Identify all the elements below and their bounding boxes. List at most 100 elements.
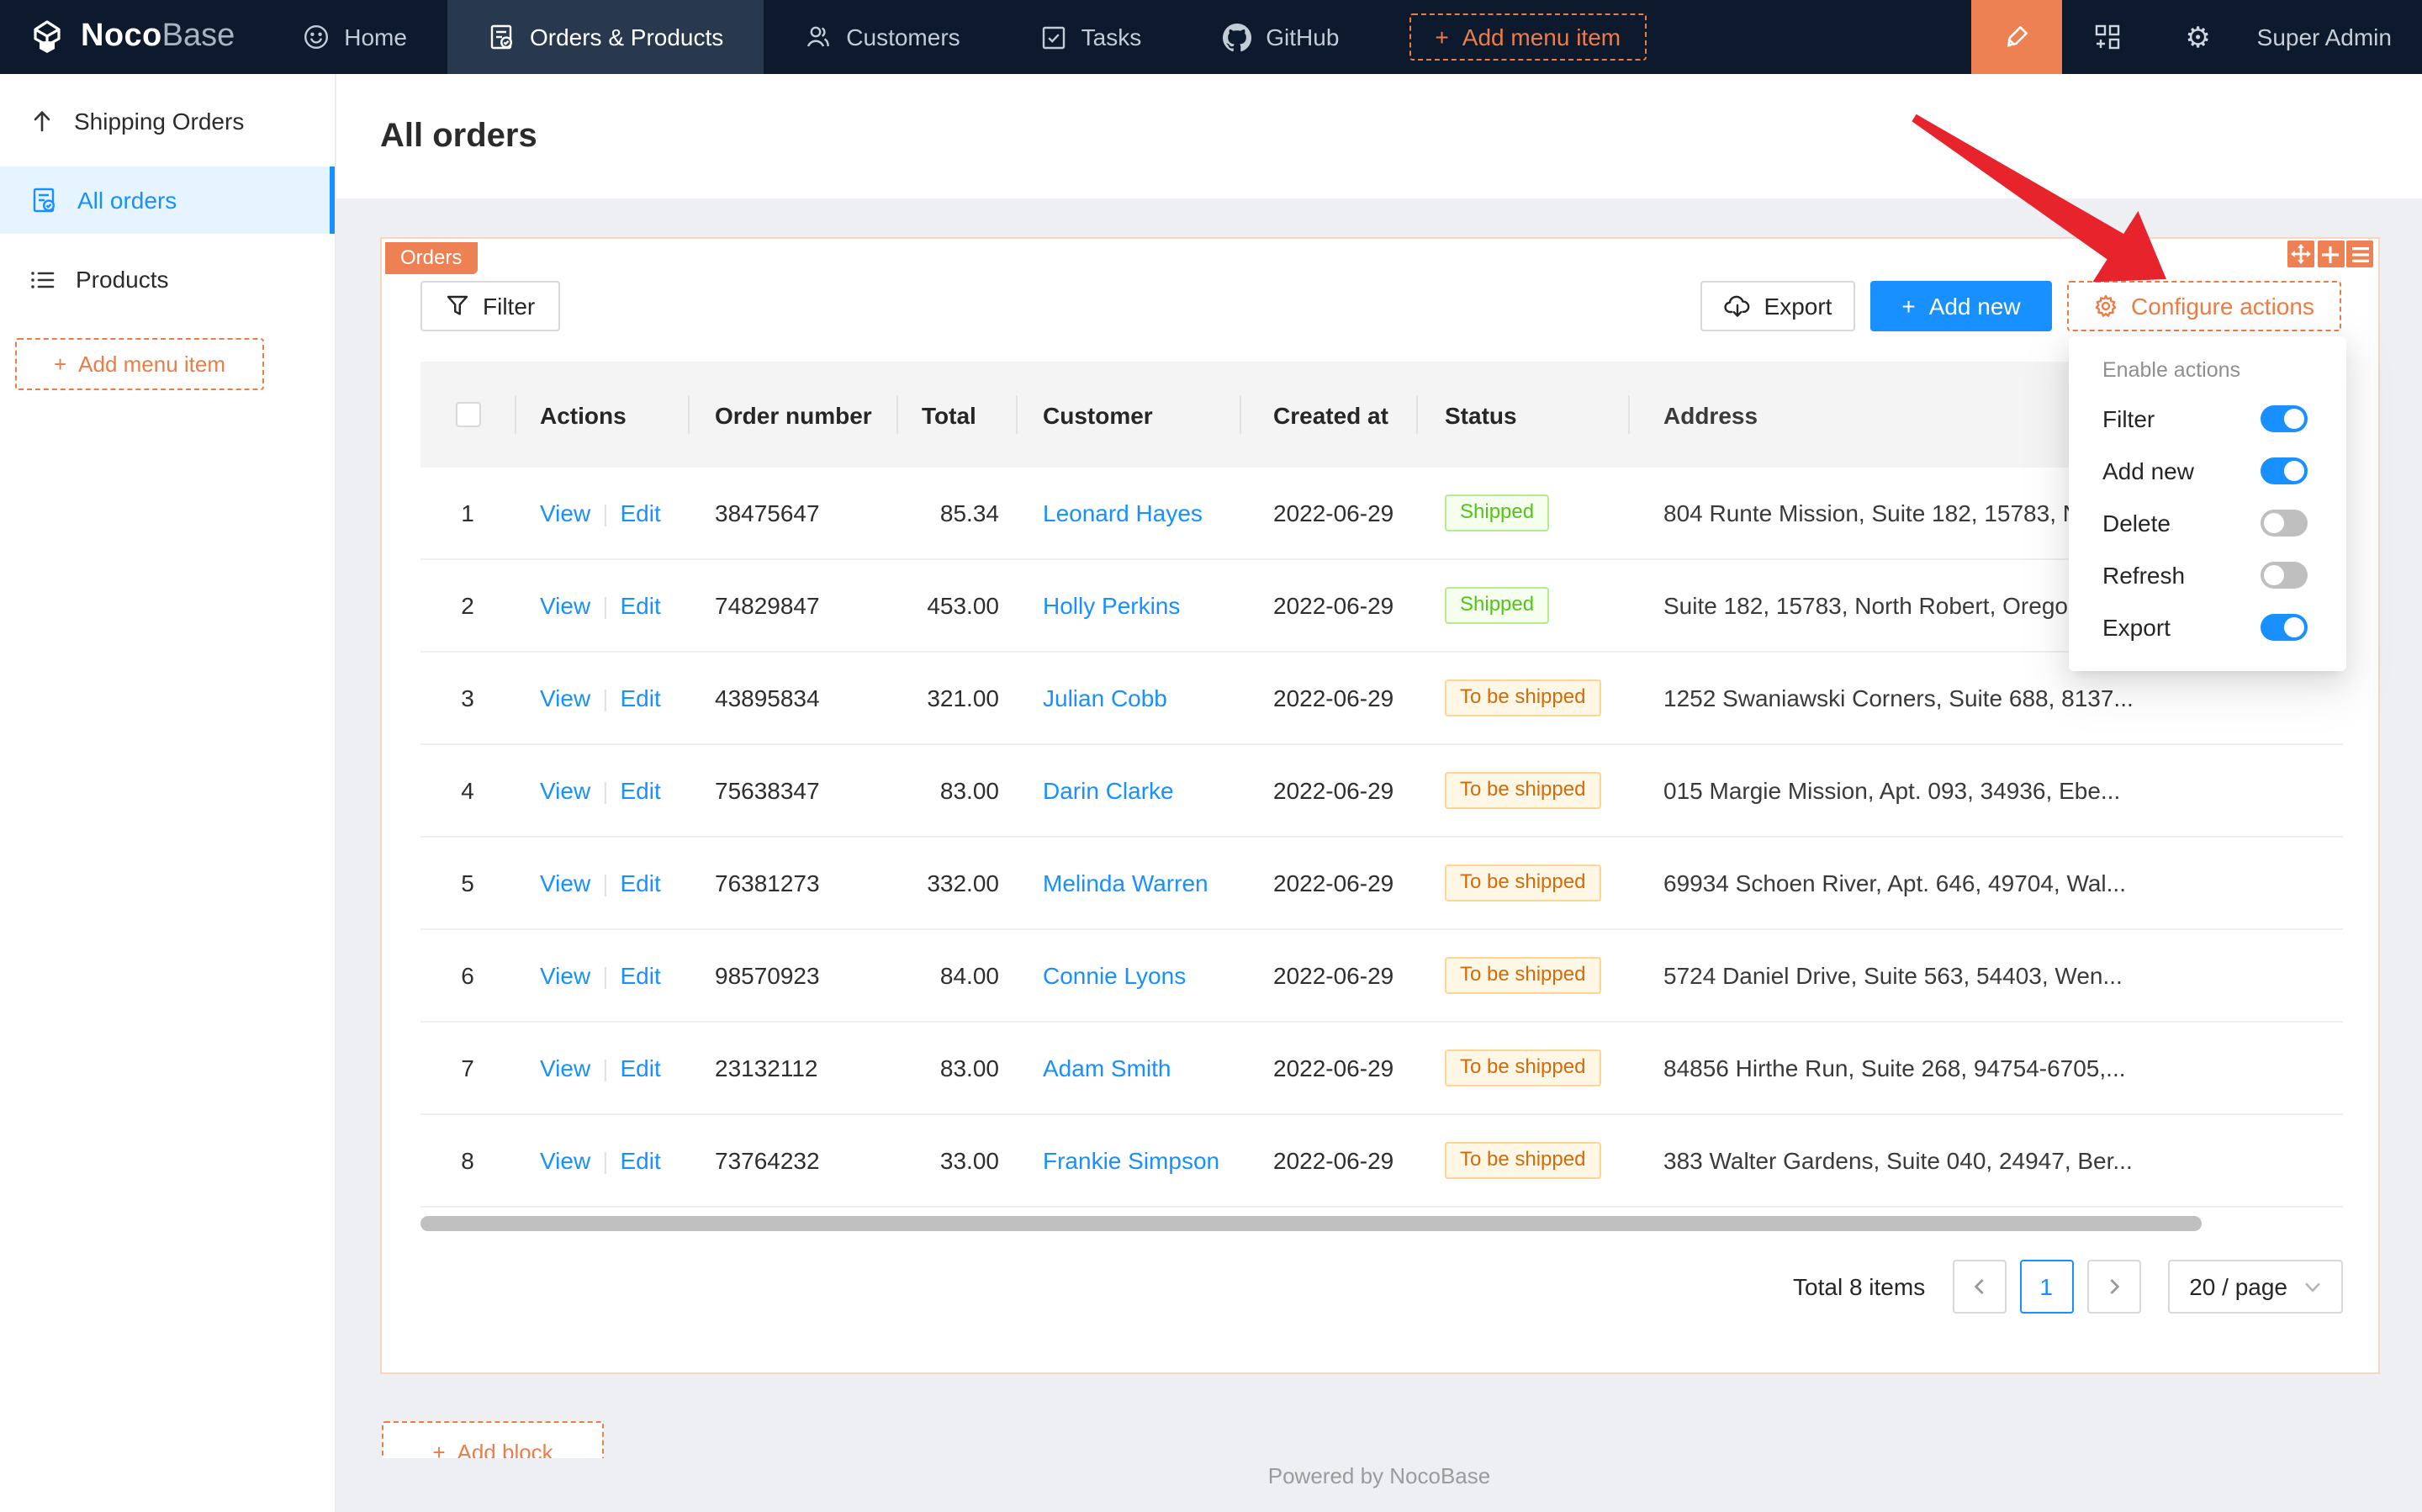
customer-link[interactable]: Adam Smith (1043, 1055, 1171, 1081)
page-size-select[interactable]: 20 / page (2167, 1260, 2343, 1314)
smiley-icon (302, 24, 329, 50)
chevron-left-icon[interactable] (1952, 1260, 2006, 1314)
row-index: 7 (420, 1055, 515, 1081)
edit-link[interactable]: Edit (620, 870, 660, 896)
created-at-cell: 2022-06-29 (1240, 777, 1416, 804)
view-link[interactable]: View (540, 1147, 590, 1174)
view-link[interactable]: View (540, 592, 590, 619)
table-header-row: Actions Order number Total Customer Crea… (420, 362, 2343, 468)
edit-link[interactable]: Edit (620, 685, 660, 711)
file-done-icon (488, 24, 515, 50)
customer-link[interactable]: Frankie Simpson (1043, 1147, 1219, 1174)
app-root: NocoBase Home (0, 0, 2422, 1512)
view-link[interactable]: View (540, 870, 590, 896)
address-cell: 5724 Daniel Drive, Suite 563, 54403, Wen… (1628, 962, 2343, 989)
pagination-page-1[interactable]: 1 (2019, 1260, 2073, 1314)
filter-button[interactable]: Filter (420, 281, 560, 331)
user-menu[interactable]: Super Admin (2244, 0, 2422, 74)
nav-tab-tasks[interactable]: Tasks (1001, 0, 1182, 74)
column-header-order-number: Order number (688, 362, 896, 468)
view-link[interactable]: View (540, 777, 590, 804)
customer-link[interactable]: Leonard Hayes (1043, 500, 1203, 526)
ui-editor-button[interactable] (1971, 0, 2062, 74)
export-toggle[interactable] (2261, 613, 2308, 640)
nav-tab-github[interactable]: GitHub (1182, 0, 1379, 74)
nav-tab-orders-products[interactable]: Orders & Products (447, 0, 764, 74)
table-row[interactable]: 4 View|Edit 75638347 83.00 Darin Clarke … (420, 745, 2343, 838)
chevron-right-icon[interactable] (2086, 1260, 2140, 1314)
customer-link[interactable]: Holly Perkins (1043, 592, 1180, 619)
customer-link[interactable]: Julian Cobb (1043, 685, 1167, 711)
check-square-icon (1041, 24, 1066, 50)
delete-toggle[interactable] (2261, 509, 2308, 536)
view-link[interactable]: View (540, 1055, 590, 1081)
menu-icon[interactable] (2346, 241, 2373, 267)
dropdown-item-export[interactable]: Export (2069, 600, 2346, 653)
sidebar-item-shipping-orders[interactable]: Shipping Orders (0, 87, 335, 155)
status-badge: To be shipped (1445, 1049, 1600, 1086)
table-row[interactable]: 7 View|Edit 23132112 83.00 Adam Smith 20… (420, 1023, 2343, 1115)
plus-icon: + (1435, 24, 1448, 50)
export-button[interactable]: Export (1700, 281, 1855, 331)
customer-link[interactable]: Melinda Warren (1043, 870, 1208, 896)
order-number-cell: 75638347 (688, 777, 896, 804)
row-index: 2 (420, 592, 515, 619)
sidebar-add-menu-item-button[interactable]: + Add menu item (15, 338, 264, 390)
plus-icon: + (432, 1439, 445, 1458)
nav-add-menu-item-button[interactable]: + Add menu item (1409, 13, 1646, 61)
nav-tab-label: GitHub (1266, 24, 1339, 50)
nav-tab-customers[interactable]: Customers (764, 0, 1000, 74)
dropdown-item-add-new[interactable]: Add new (2069, 444, 2346, 496)
address-cell: 015 Margie Mission, Apt. 093, 34936, Ebe… (1628, 777, 2343, 804)
view-link[interactable]: View (540, 500, 590, 526)
edit-link[interactable]: Edit (620, 962, 660, 989)
order-number-cell: 43895834 (688, 685, 896, 711)
table-row[interactable]: 8 View|Edit 73764232 33.00 Frankie Simps… (420, 1115, 2343, 1208)
scrollbar-thumb[interactable] (420, 1216, 2202, 1231)
add-new-button[interactable]: + Add new (1870, 281, 2052, 331)
horizontal-scrollbar[interactable] (420, 1216, 2343, 1231)
row-index: 6 (420, 962, 515, 989)
address-cell: 383 Walter Gardens, Suite 040, 24947, Be… (1628, 1147, 2343, 1174)
edit-link[interactable]: Edit (620, 592, 660, 619)
add-new-toggle[interactable] (2261, 457, 2308, 484)
edit-link[interactable]: Edit (620, 500, 660, 526)
select-all-checkbox[interactable] (455, 402, 480, 427)
table-row[interactable]: 3 View|Edit 43895834 321.00 Julian Cobb … (420, 653, 2343, 745)
dropdown-item-delete[interactable]: Delete (2069, 496, 2346, 548)
plugin-manager-button[interactable] (2062, 0, 2153, 74)
order-number-cell: 38475647 (688, 500, 896, 526)
total-cell: 453.00 (896, 592, 1016, 619)
configure-actions-button[interactable]: Configure actions (2067, 281, 2341, 331)
gear-icon: ⚙ (2185, 23, 2211, 51)
table-row[interactable]: 2 View|Edit 74829847 453.00 Holly Perkin… (420, 560, 2343, 653)
customer-link[interactable]: Connie Lyons (1043, 962, 1186, 989)
dropdown-item-filter[interactable]: Filter (2069, 392, 2346, 444)
filter-toggle[interactable] (2261, 404, 2308, 431)
created-at-cell: 2022-06-29 (1240, 1147, 1416, 1174)
sidebar-item-products[interactable]: Products (0, 246, 335, 313)
settings-button[interactable]: ⚙ (2153, 0, 2244, 74)
arrow-up-icon (30, 109, 54, 133)
edit-link[interactable]: Edit (620, 777, 660, 804)
view-link[interactable]: View (540, 962, 590, 989)
customer-link[interactable]: Darin Clarke (1043, 777, 1174, 804)
drag-icon[interactable] (2287, 241, 2314, 267)
edit-link[interactable]: Edit (620, 1055, 660, 1081)
plus-icon[interactable] (2317, 241, 2344, 267)
refresh-toggle[interactable] (2261, 561, 2308, 588)
orders-table: Actions Order number Total Customer Crea… (420, 362, 2343, 1208)
table-row[interactable]: 6 View|Edit 98570923 84.00 Connie Lyons … (420, 930, 2343, 1023)
sidebar-item-all-orders[interactable]: All orders (0, 167, 335, 234)
nocobase-logo[interactable]: NocoBase (0, 0, 262, 74)
page-title: All orders (380, 117, 537, 156)
row-index: 1 (420, 500, 515, 526)
table-row[interactable]: 1 View|Edit 38475647 85.34 Leonard Hayes… (420, 468, 2343, 560)
table-row[interactable]: 5 View|Edit 76381273 332.00 Melinda Warr… (420, 838, 2343, 930)
nav-tab-home[interactable]: Home (262, 0, 447, 74)
view-link[interactable]: View (540, 685, 590, 711)
edit-link[interactable]: Edit (620, 1147, 660, 1174)
created-at-cell: 2022-06-29 (1240, 962, 1416, 989)
add-block-button-clipped[interactable]: + Add block (382, 1421, 604, 1458)
dropdown-item-refresh[interactable]: Refresh (2069, 548, 2346, 600)
